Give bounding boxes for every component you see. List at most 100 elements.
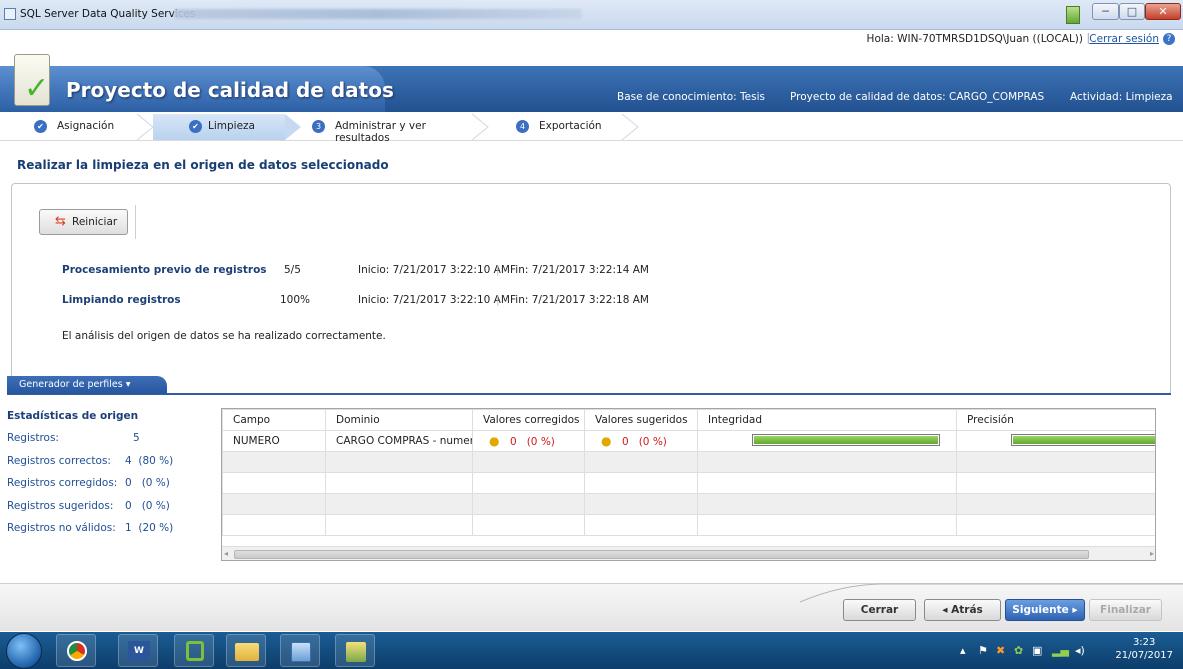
column-header[interactable]: Integridad (697, 409, 957, 431)
horizontal-scrollbar[interactable]: ◂ ▸ (222, 546, 1155, 560)
project-banner: ✓ Proyecto de calidad de datos Base de c… (0, 52, 1183, 112)
cell-corregidos: ● 0 (0 %) (472, 430, 585, 452)
warning-icon: ● (601, 434, 612, 448)
windows-taskbar: W ▴ ⚑ ✖ ✿ ▣ ▂▄ ◂) 3:23 21/07/2017 (0, 632, 1183, 669)
close-button[interactable]: ✕ (1145, 3, 1181, 20)
word-taskbar-icon[interactable]: W (118, 634, 158, 667)
stat-row: Registros: 5 (7, 432, 207, 444)
minimize-button[interactable]: ─ (1092, 3, 1119, 20)
column-header[interactable]: Precisión (956, 409, 1155, 431)
window-title: SQL Server Data Quality Services (20, 8, 196, 20)
stat-label: Registros corregidos: (7, 477, 118, 489)
user-greeting: Hola: WIN-70TMRSD1DSQ\Juan ((LOCAL)) (866, 33, 1083, 45)
stat-value: 5 (133, 432, 140, 444)
step-check-icon: ✔ (189, 120, 202, 133)
profiler-divider (7, 393, 1171, 395)
logout-link[interactable]: Cerrar sesión (1089, 33, 1159, 45)
clock-time: 3:23 (1132, 637, 1156, 648)
stats-title: Estadísticas de origen (7, 410, 139, 422)
flag-icon[interactable]: ⚑ (978, 644, 988, 657)
back-button[interactable]: ◂ Atrás (924, 599, 1001, 621)
column-header[interactable]: Valores sugeridos (584, 409, 698, 431)
stat-label: Registros no válidos: (7, 522, 116, 534)
progress-start: Inicio: 7/21/2017 3:22:10 AM (358, 264, 510, 276)
dqs-taskbar-icon[interactable] (174, 634, 214, 667)
tray-chevron-icon[interactable]: ▴ (960, 644, 966, 657)
table-row (222, 493, 1155, 515)
step-number-icon: 4 (516, 120, 529, 133)
warning-icon: ● (489, 434, 500, 448)
finish-button: Finalizar (1089, 599, 1162, 621)
step-exportacion[interactable]: 4 Exportación (500, 114, 630, 140)
chevron-down-icon: ▾ (125, 379, 131, 390)
step-label: Exportación (539, 120, 602, 132)
restart-label: Reiniciar (72, 216, 118, 228)
step-number-icon: 3 (312, 120, 325, 133)
progress-value: 5/5 (284, 264, 301, 276)
step-label: Administrar y ver resultados (335, 120, 426, 144)
help-icon[interactable]: ? (1163, 33, 1175, 45)
cell-sugeridos: ● 0 (0 %) (584, 430, 698, 452)
integridad-bar (752, 433, 940, 446)
scroll-right-icon[interactable]: ▸ (1150, 549, 1154, 558)
page-title: Proyecto de calidad de datos (66, 78, 394, 102)
cleansing-panel (11, 183, 1171, 395)
maximize-button[interactable]: □ (1119, 3, 1145, 20)
section-heading: Realizar la limpieza en el origen de dat… (17, 158, 389, 172)
corregidos-count: 0 (510, 436, 517, 448)
network-icon[interactable]: ▣ (1032, 644, 1042, 657)
stat-label: Registros sugeridos: (7, 500, 114, 512)
column-header[interactable]: Campo (222, 409, 326, 431)
cell-dominio: CARGO COMPRAS - numero (325, 430, 473, 452)
divider (135, 205, 136, 239)
profiler-tab[interactable]: Generador de perfiles ▾ (7, 376, 167, 394)
wizard-steps: ✔ Asignación ✔ Limpieza 3 Administrar y … (0, 114, 1183, 144)
windows-start-icon[interactable] (6, 633, 42, 669)
column-header[interactable]: Dominio (325, 409, 473, 431)
precision-bar (1011, 433, 1155, 446)
time-separator: | (496, 264, 500, 276)
progress-label: Procesamiento previo de registros (62, 264, 267, 276)
stat-row: Registros corregidos: 0 (0 %) (7, 477, 207, 489)
security-icon[interactable]: ✖ (996, 644, 1005, 657)
integridad-bar-fill (754, 435, 938, 444)
clock-date: 21/07/2017 (1115, 650, 1173, 661)
explorer-taskbar-icon[interactable] (226, 634, 266, 667)
window-title-obscured (174, 9, 582, 19)
chrome-taskbar-icon[interactable] (56, 634, 96, 667)
progress-value: 100% (280, 294, 311, 306)
dqs-tray-icon (1066, 6, 1080, 24)
step-separator-icon (471, 114, 489, 140)
next-button[interactable]: Siguiente ▸ (1005, 599, 1085, 621)
clipboard-check-icon: ✓ (14, 54, 50, 106)
sugeridos-pct: (0 %) (638, 436, 667, 448)
column-header[interactable]: Valores corregidos (472, 409, 585, 431)
volume-icon[interactable]: ◂) (1075, 644, 1085, 657)
progress-start: Inicio: 7/21/2017 3:22:10 AM (358, 294, 510, 306)
scroll-left-icon[interactable]: ◂ (224, 549, 228, 558)
clock[interactable]: 3:23 21/07/2017 (1115, 636, 1173, 662)
step-asignacion[interactable]: ✔ Asignación (0, 114, 150, 140)
refresh-icon: ⇆ (55, 214, 66, 229)
close-wizard-button[interactable]: Cerrar (843, 599, 916, 621)
table-row (222, 514, 1155, 536)
table-row[interactable]: NUMERO CARGO COMPRAS - numero ● 0 (0 %) ●… (222, 430, 1155, 452)
stat-label: Registros: (7, 432, 59, 444)
step-administrar[interactable]: 3 Administrar y ver resultados (300, 114, 480, 144)
sync-icon[interactable]: ✿ (1014, 644, 1023, 657)
tool-taskbar-icon[interactable] (335, 634, 375, 667)
app-taskbar-icon[interactable] (280, 634, 320, 667)
status-message: El análisis del origen de datos se ha re… (62, 330, 386, 342)
app-icon (4, 8, 16, 20)
signal-icon[interactable]: ▂▄ (1052, 644, 1069, 657)
corregidos-pct: (0 %) (526, 436, 555, 448)
sugeridos-count: 0 (622, 436, 629, 448)
cell-campo: NUMERO (222, 430, 326, 452)
step-check-icon: ✔ (34, 120, 47, 133)
restart-button[interactable]: ⇆ Reiniciar (39, 209, 128, 235)
scrollbar-thumb[interactable] (234, 550, 1089, 559)
stat-row: Registros no válidos: 1 (20 %) (7, 522, 207, 534)
step-limpieza[interactable]: ✔ Limpieza (153, 114, 285, 140)
results-grid[interactable]: Campo Dominio Valores corregidos Valores… (221, 408, 1156, 561)
activity-info: Actividad: Limpieza (1070, 91, 1173, 103)
